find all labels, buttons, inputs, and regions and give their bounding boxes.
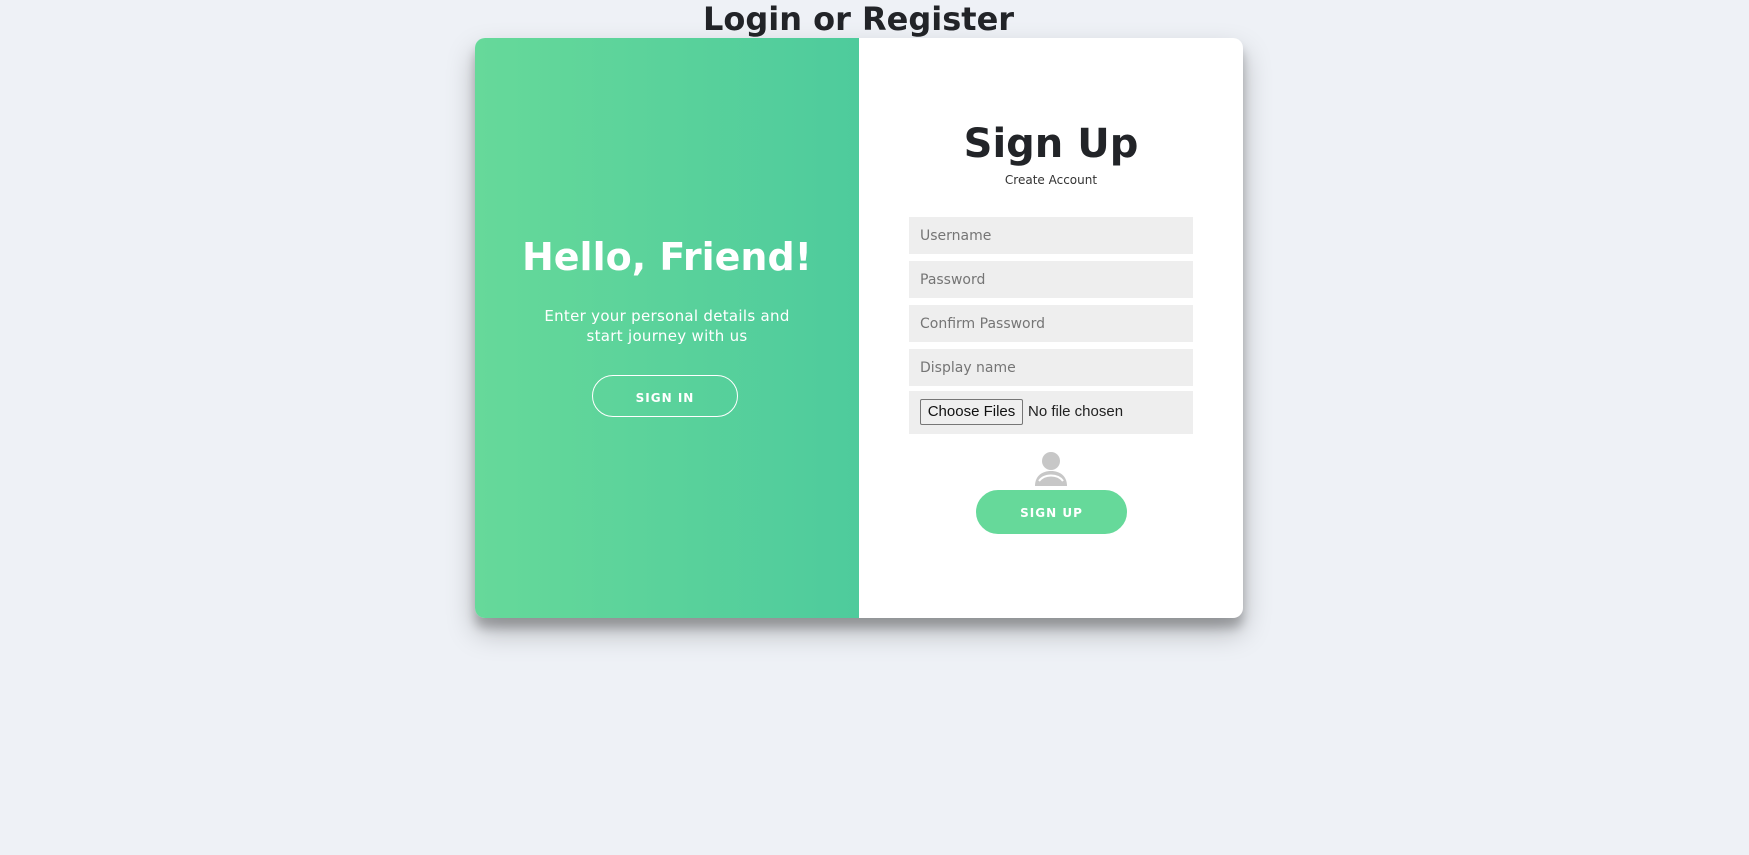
avatar-file-input: Choose Files No file chosen: [909, 391, 1193, 434]
confirm-password-input[interactable]: [909, 305, 1193, 342]
user-avatar-placeholder-icon: [1033, 450, 1069, 486]
welcome-overlay-panel: Hello, Friend! Enter your personal detai…: [475, 38, 859, 618]
password-input[interactable]: [909, 261, 1193, 298]
display-name-input[interactable]: [909, 349, 1193, 386]
page-title: Login or Register: [702, 0, 1015, 38]
username-input[interactable]: [909, 217, 1193, 254]
sign-up-heading: Sign Up: [963, 121, 1139, 167]
file-status-text: No file chosen: [1028, 403, 1124, 420]
create-account-subtitle: Create Account: [1004, 173, 1098, 187]
choose-files-button[interactable]: Choose Files: [920, 399, 1023, 425]
sign-up-button[interactable]: SIGN UP: [976, 490, 1127, 534]
welcome-text: Enter your personal details and start jo…: [544, 307, 790, 345]
sign-up-form: Sign Up Create Account Choose Files No f…: [859, 38, 1243, 618]
welcome-heading: Hello, Friend!: [521, 235, 813, 279]
sign-in-button[interactable]: SIGN IN: [592, 375, 738, 417]
auth-card: Hello, Friend! Enter your personal detai…: [475, 38, 1243, 618]
